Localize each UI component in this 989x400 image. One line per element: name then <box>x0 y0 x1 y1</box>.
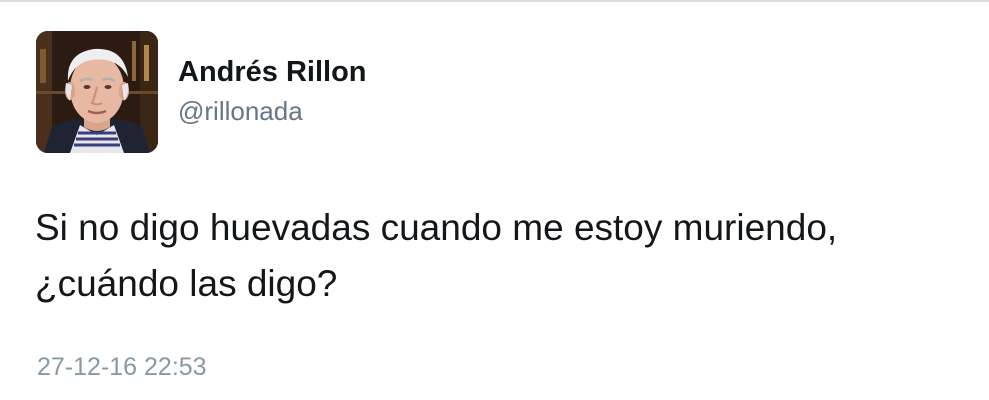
author-avatar[interactable] <box>36 31 158 153</box>
avatar-photo-icon <box>36 31 158 153</box>
tweet-card: Andrés Rillon @rillonada Si no digo huev… <box>0 0 989 400</box>
tweet-text: Si no digo huevadas cuando me estoy muri… <box>35 200 975 312</box>
tweet-text-line: ¿cuándo las digo? <box>35 263 338 304</box>
author-display-name[interactable]: Andrés Rillon <box>178 54 367 90</box>
tweet-text-line: Si no digo huevadas cuando me estoy muri… <box>35 207 838 248</box>
author-handle[interactable]: @rillonada <box>178 95 303 127</box>
tweet-timestamp[interactable]: 27-12-16 22:53 <box>37 352 207 382</box>
